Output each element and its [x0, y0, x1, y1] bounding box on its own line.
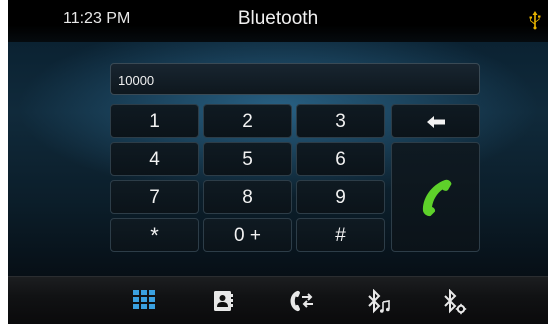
- key-label: 2: [242, 111, 253, 132]
- key-label: 9: [335, 187, 346, 208]
- key-7[interactable]: 7: [110, 180, 199, 214]
- backspace-button[interactable]: [391, 104, 480, 138]
- nav-bluetooth-settings-button[interactable]: [433, 281, 473, 321]
- key-label: #: [335, 225, 346, 246]
- dialer-panel: 10000 1 2 3 4 5 6 7 8 9 * 0 + #: [8, 42, 548, 276]
- bluetooth-music-icon: [368, 289, 390, 314]
- nav-dialpad-button[interactable]: [124, 281, 164, 321]
- phone-call-icon: [422, 179, 452, 217]
- key-9[interactable]: 9: [296, 180, 385, 214]
- contacts-icon: [214, 291, 233, 311]
- key-2[interactable]: 2: [203, 104, 292, 138]
- key-label: 1: [149, 111, 160, 132]
- number-display[interactable]: 10000: [110, 63, 480, 95]
- key-label: 0 +: [234, 225, 261, 246]
- nav-contacts-button[interactable]: [203, 281, 243, 321]
- key-label: 6: [335, 149, 346, 170]
- key-1[interactable]: 1: [110, 104, 199, 138]
- bottom-nav-bar: [8, 276, 548, 324]
- key-label: 4: [149, 149, 160, 170]
- key-label: 5: [242, 149, 253, 170]
- key-0-plus[interactable]: 0 +: [203, 218, 292, 252]
- key-8[interactable]: 8: [203, 180, 292, 214]
- key-label: *: [150, 223, 159, 248]
- bluetooth-settings-icon: [444, 289, 467, 315]
- key-label: 7: [149, 187, 160, 208]
- key-label: 3: [335, 111, 346, 132]
- key-4[interactable]: 4: [110, 142, 199, 176]
- dialpad-icon: [133, 290, 155, 309]
- key-3[interactable]: 3: [296, 104, 385, 138]
- nav-call-log-button[interactable]: [281, 281, 321, 321]
- page-title: Bluetooth: [237, 8, 319, 29]
- call-log-icon: [290, 290, 313, 312]
- key-label: 8: [242, 187, 253, 208]
- call-button[interactable]: [391, 142, 480, 252]
- key-5[interactable]: 5: [203, 142, 292, 176]
- nav-bluetooth-music-button[interactable]: [357, 281, 397, 321]
- key-6[interactable]: 6: [296, 142, 385, 176]
- usb-icon: [529, 11, 541, 30]
- backspace-arrow-icon: [427, 116, 445, 128]
- car-head-unit-screen: 11:23 PM Bluetooth 10000 1 2 3 4 5 6 7 8: [8, 0, 548, 324]
- status-bar: 11:23 PM Bluetooth: [8, 0, 548, 42]
- key-star[interactable]: *: [110, 218, 199, 252]
- key-hash[interactable]: #: [296, 218, 385, 252]
